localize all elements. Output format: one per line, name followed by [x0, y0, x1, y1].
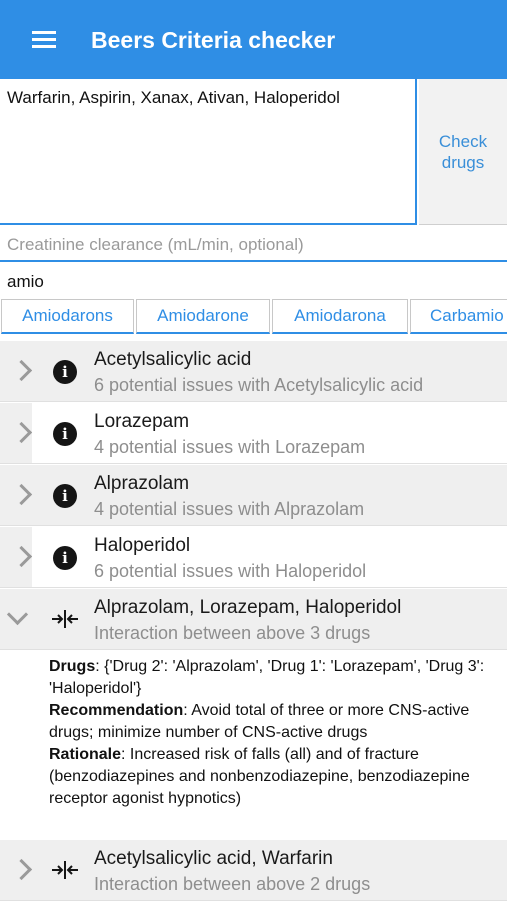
chevron-right-icon [10, 483, 33, 506]
result-title: Acetylsalicylic acid, Warfarin [94, 848, 333, 869]
suggestion-chip[interactable]: Amiodarona [272, 299, 408, 334]
drugs-label: Drugs [49, 658, 96, 675]
creatinine-clearance-placeholder: Creatinine clearance (mL/min, optional) [7, 235, 304, 254]
check-drugs-button[interactable]: Check drugs [419, 79, 507, 225]
result-subtitle: 6 potential issues with Acetylsalicylic … [94, 375, 424, 395]
result-row[interactable]: i Haloperidol 6 potential issues with Ha… [0, 527, 507, 588]
merge-icon [52, 861, 78, 879]
info-icon: i [53, 360, 77, 384]
drugs-value: : {'Drug 2': 'Alprazolam', 'Drug 1': 'Lo… [49, 658, 485, 697]
drug-search-input[interactable]: amio [0, 264, 507, 296]
info-icon: i [53, 484, 77, 508]
drugs-input[interactable]: Warfarin, Aspirin, Xanax, Ativan, Halope… [0, 79, 417, 225]
result-title: Acetylsalicylic acid [94, 349, 252, 370]
interaction-detail-text: Drugs: {'Drug 2': 'Alprazolam', 'Drug 1'… [49, 656, 494, 810]
suggestion-chip[interactable]: Carbamio [410, 299, 507, 334]
result-subtitle: 4 potential issues with Alprazolam [94, 499, 365, 519]
suggestion-chip[interactable]: Amiodarone [136, 299, 270, 334]
app-bar: Beers Criteria checker [0, 0, 507, 79]
recommendation-label: Recommendation [49, 702, 184, 719]
interaction-detail: Drugs: {'Drug 2': 'Alprazolam', 'Drug 1'… [0, 651, 507, 839]
check-drugs-label-line1: Check [438, 131, 488, 151]
result-subtitle: Interaction between above 3 drugs [94, 623, 371, 643]
info-icon: i [53, 422, 77, 446]
result-row[interactable]: i Acetylsalicylic acid 6 potential issue… [0, 341, 507, 402]
result-row[interactable]: i Lorazepam 4 potential issues with Lora… [0, 403, 507, 464]
chevron-right-icon [10, 359, 33, 382]
result-row[interactable]: Acetylsalicylic acid, Warfarin Interacti… [0, 840, 507, 901]
drugs-input-value: Warfarin, Aspirin, Xanax, Ativan, Halope… [7, 88, 340, 107]
result-row-expanded[interactable]: Alprazolam, Lorazepam, Haloperidol Inter… [0, 589, 507, 650]
hamburger-menu-icon[interactable] [32, 31, 56, 49]
drug-search-value: amio [7, 272, 44, 291]
suggestion-chip[interactable]: Amiodarons [1, 299, 134, 334]
chevron-down-icon [6, 603, 29, 626]
result-subtitle: 4 potential issues with Lorazepam [94, 437, 366, 457]
rationale-label: Rationale [49, 746, 122, 763]
result-title: Alprazolam, Lorazepam, Haloperidol [94, 597, 402, 618]
app-title: Beers Criteria checker [91, 27, 336, 53]
suggestion-chips: Amiodarons Amiodarone Amiodarona Carbami… [0, 297, 507, 337]
result-title: Alprazolam [94, 473, 190, 494]
result-row[interactable]: i Alprazolam 4 potential issues with Alp… [0, 465, 507, 526]
chevron-right-icon [10, 858, 33, 881]
merge-icon [52, 610, 78, 628]
result-subtitle: 6 potential issues with Haloperidol [94, 561, 367, 581]
result-subtitle: Interaction between above 2 drugs [94, 874, 371, 894]
info-icon: i [53, 546, 77, 570]
check-drugs-label-line2: drugs [441, 152, 485, 172]
result-title: Lorazepam [94, 411, 190, 432]
creatinine-clearance-field[interactable]: Creatinine clearance (mL/min, optional) [0, 225, 507, 262]
result-title: Haloperidol [94, 535, 191, 556]
